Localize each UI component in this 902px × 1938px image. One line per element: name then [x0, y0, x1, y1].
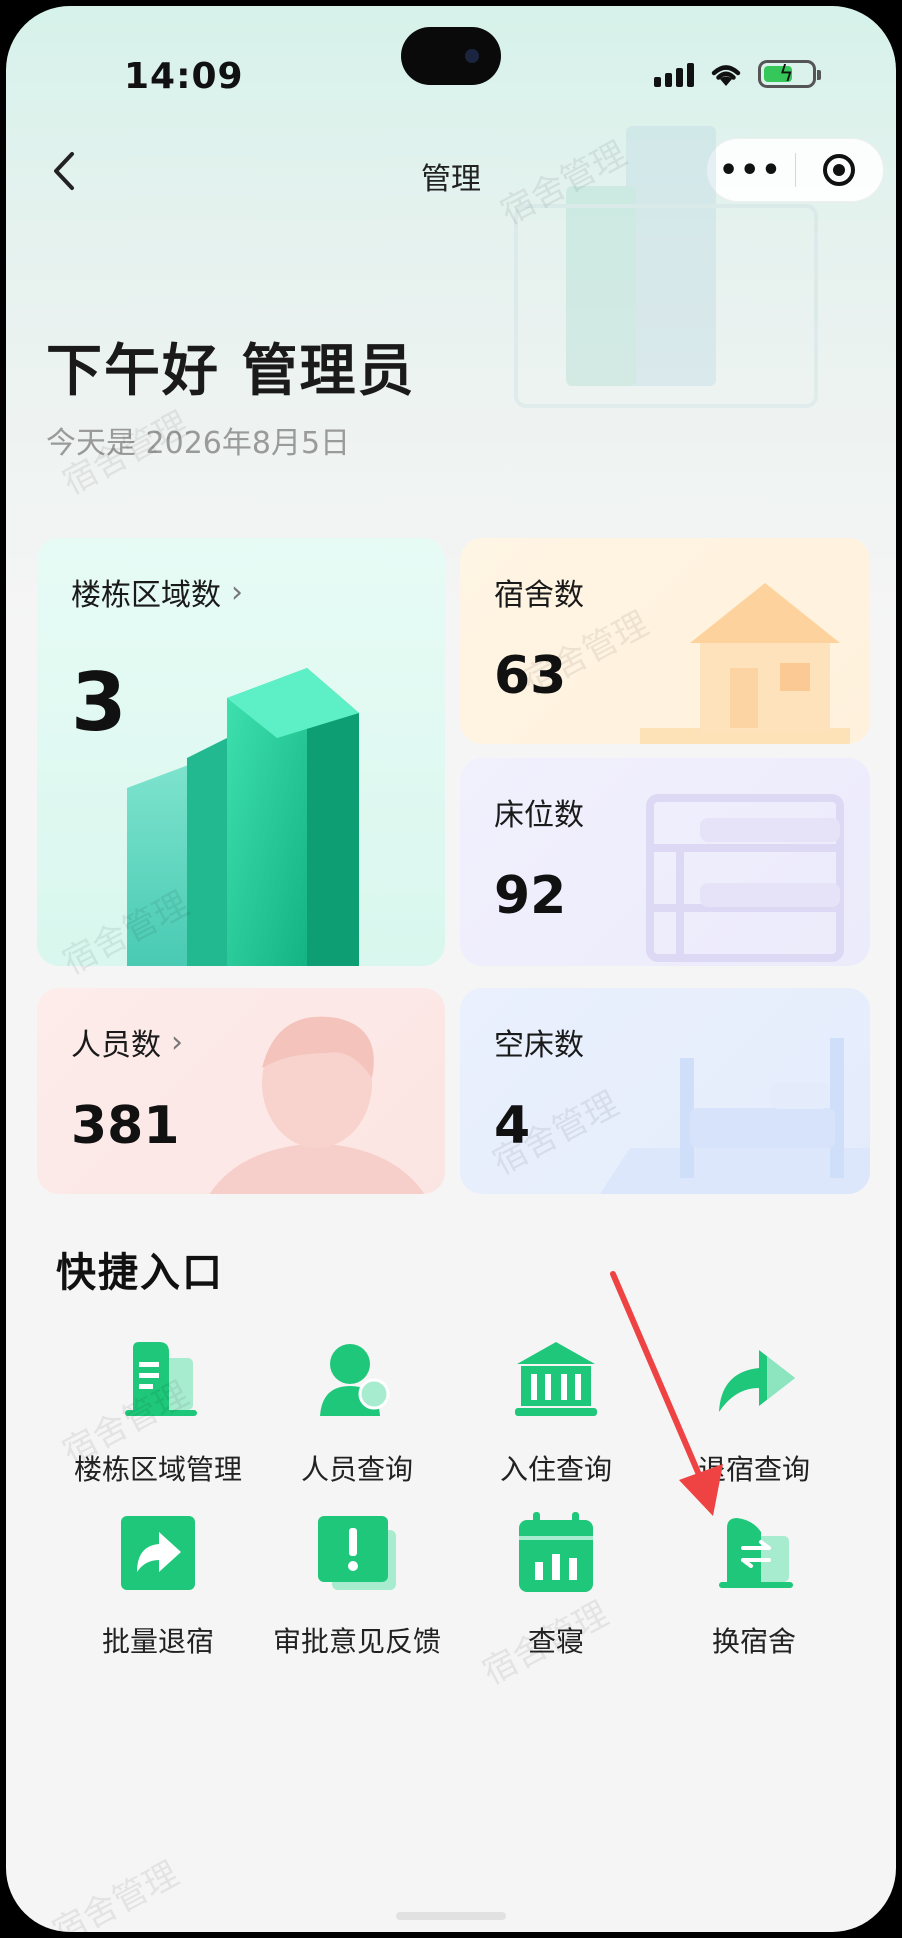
people-count-label: 人员数 — [71, 1028, 161, 1063]
phone-screen: 14:09 ϟ 管理 ••• 下午好 管理员 今天是 2026年8月5日 楼栋区… — [6, 6, 896, 1932]
quick-item-building-management[interactable]: 楼栋区域管理 — [58, 1336, 258, 1488]
quick-item-label: 楼栋区域管理 — [73, 1453, 242, 1486]
battery-icon: ϟ — [758, 60, 821, 88]
person-illustration — [209, 1016, 425, 1194]
building-area-count-label: 楼栋区域数 — [71, 578, 221, 613]
person-search-icon — [320, 1344, 390, 1416]
building-area-count-value: 3 — [71, 656, 127, 749]
dynamic-island — [401, 27, 501, 85]
house-illustration — [640, 583, 850, 744]
building-area-count-card[interactable]: 楼栋区域数 › 3 — [37, 538, 445, 966]
chevron-right-icon: › — [171, 1024, 183, 1060]
share-arrow-icon — [121, 1516, 195, 1590]
quick-entry-title: 快捷入口 — [56, 1250, 224, 1296]
calendar-chart-icon — [519, 1512, 593, 1592]
bed-count-value: 92 — [494, 866, 567, 926]
cellular-signal-icon — [654, 61, 694, 87]
status-time: 14:09 — [124, 56, 244, 97]
status-icons: ϟ — [654, 60, 821, 88]
bunk-bed-illustration — [646, 794, 844, 962]
empty-bed-count-label: 空床数 — [494, 1028, 584, 1063]
quick-item-label: 人员查询 — [300, 1453, 413, 1486]
annotation-arrow — [610, 1271, 723, 1516]
single-bed-illustration — [600, 1038, 870, 1194]
dorm-count-label: 宿舍数 — [494, 578, 584, 613]
dorm-count-card: 宿舍数 63 — [460, 538, 870, 744]
target-icon — [823, 154, 856, 186]
quick-item-label: 换宿舍 — [711, 1625, 796, 1658]
wifi-icon — [711, 65, 741, 86]
bank-building-icon — [515, 1342, 597, 1416]
quick-item-person-query[interactable]: 人员查询 — [257, 1336, 457, 1488]
bed-count-label: 床位数 — [494, 798, 584, 833]
bed-count-card: 床位数 92 — [460, 758, 870, 966]
quick-item-label: 批量退宿 — [101, 1625, 214, 1658]
building-doc-icon — [125, 1342, 197, 1416]
greeting-title: 下午好 管理员 — [46, 339, 416, 404]
watermark: 宿舍管理 — [46, 1854, 186, 1932]
quick-item-batch-checkout[interactable]: 批量退宿 — [58, 1508, 258, 1660]
skyscraper-illustration — [127, 668, 359, 966]
building-illustration — [514, 126, 818, 408]
quick-item-approval-feedback[interactable]: 审批意见反馈 — [257, 1508, 457, 1660]
people-count-card[interactable]: 人员数 › 381 — [37, 988, 445, 1194]
dorm-count-value: 63 — [494, 646, 567, 706]
quick-item-label: 审批意见反馈 — [272, 1625, 441, 1658]
empty-bed-count-card: 空床数 4 — [460, 988, 870, 1194]
quick-item-label: 查寝 — [527, 1625, 584, 1658]
date-text: 今天是 2026年8月5日 — [46, 426, 351, 461]
chevron-right-icon: › — [231, 574, 243, 610]
empty-bed-count-value: 4 — [494, 1096, 531, 1156]
exclamation-card-icon — [318, 1516, 396, 1590]
home-indicator[interactable] — [396, 1912, 506, 1920]
people-count-value: 381 — [71, 1096, 180, 1156]
